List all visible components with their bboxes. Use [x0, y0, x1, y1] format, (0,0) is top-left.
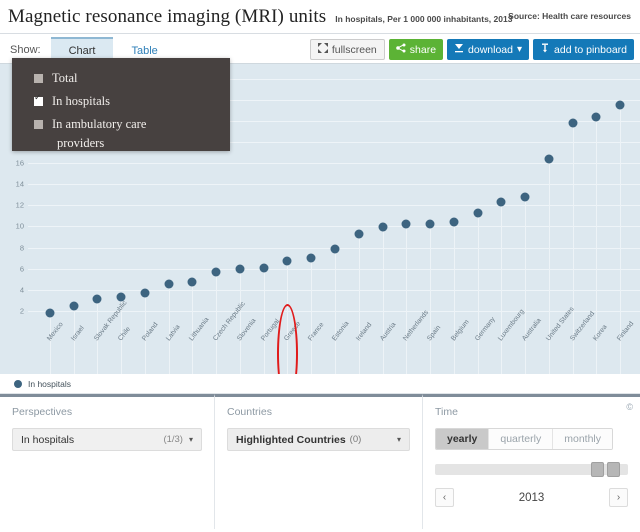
y-axis-tick: 2 — [19, 306, 24, 316]
dropdown-option-label: Total — [52, 71, 78, 85]
data-point[interactable] — [69, 301, 79, 311]
data-point[interactable] — [330, 244, 340, 254]
data-point[interactable] — [591, 112, 601, 122]
year-stepper: ‹ 2013 › — [435, 488, 628, 507]
perspectives-selected-value: In hospitals — [21, 433, 75, 446]
share-button[interactable]: share — [388, 39, 444, 60]
add-to-pinboard-button[interactable]: add to pinboard — [533, 39, 634, 60]
current-year-value: 2013 — [518, 491, 545, 504]
data-point[interactable] — [140, 288, 150, 298]
slider-handle-end[interactable] — [607, 462, 620, 477]
chevron-down-icon: ▾ — [516, 43, 523, 55]
data-point[interactable] — [211, 267, 221, 277]
prev-year-button[interactable]: ‹ — [435, 488, 454, 507]
data-point[interactable] — [568, 118, 578, 128]
y-axis-tick: 16 — [15, 158, 24, 168]
countries-count: (0) — [349, 434, 362, 445]
data-point[interactable] — [496, 197, 506, 207]
legend-color-swatch — [14, 379, 22, 388]
data-point[interactable] — [401, 219, 411, 229]
granularity-yearly[interactable]: yearly — [436, 429, 490, 449]
y-axis-tick: 10 — [15, 221, 24, 231]
fullscreen-button[interactable]: fullscreen — [309, 39, 385, 60]
y-axis-tick: 14 — [15, 179, 24, 189]
page-header: Magnetic resonance imaging (MRI) units I… — [0, 0, 640, 34]
perspectives-panel: Perspectives In hospitals (1/3) ▾ — [0, 394, 215, 529]
pinboard-label: add to pinboard — [554, 43, 627, 56]
countries-title: Countries — [227, 406, 272, 418]
page-subtitle: In hospitals, Per 1 000 000 inhabitants,… — [335, 14, 513, 24]
countries-selected-value: Highlighted Countries — [236, 433, 346, 446]
perspectives-count: (1/3) — [163, 434, 183, 445]
data-point[interactable] — [615, 100, 625, 110]
copyright-icon: © — [626, 402, 633, 412]
fullscreen-icon — [317, 43, 328, 56]
time-title: Time — [435, 406, 458, 418]
time-range-slider[interactable] — [435, 462, 628, 477]
share-icon — [395, 43, 406, 56]
countries-select[interactable]: Highlighted Countries (0) ▾ — [227, 428, 410, 451]
data-point[interactable] — [449, 217, 459, 227]
perspectives-title: Perspectives — [12, 406, 73, 418]
data-point[interactable] — [473, 208, 483, 218]
chevron-down-icon: ▾ — [396, 435, 401, 444]
chevron-down-icon: ▾ — [188, 435, 193, 444]
perspectives-select[interactable]: In hospitals (1/3) ▾ — [12, 428, 202, 451]
download-label: download — [468, 43, 513, 56]
data-point[interactable] — [187, 277, 197, 287]
y-axis-tick: 8 — [19, 243, 24, 253]
time-panel: © Time yearly quarterly monthly ‹ 2013 › — [423, 394, 640, 529]
data-point[interactable] — [282, 256, 292, 266]
data-point[interactable] — [164, 279, 174, 289]
dropdown-option-overflow: providers — [57, 136, 105, 150]
y-axis-tick: 4 — [19, 285, 24, 295]
fullscreen-label: fullscreen — [331, 43, 377, 56]
perspectives-dropdown-menu[interactable]: Total In hospitals In ambulatory care pr… — [12, 58, 230, 151]
data-point[interactable] — [354, 229, 364, 239]
toolbar-actions: fullscreen share download ▾ add to pinbo… — [309, 39, 634, 60]
granularity-monthly[interactable]: monthly — [553, 429, 612, 449]
data-point[interactable] — [520, 192, 530, 202]
dropdown-option-total[interactable]: Total — [12, 67, 230, 90]
data-point[interactable] — [259, 263, 269, 273]
share-label: share — [409, 43, 437, 56]
dropdown-option-in-ambulatory-care[interactable]: In ambulatory care — [12, 113, 230, 136]
checkbox-icon[interactable] — [34, 74, 43, 83]
data-point[interactable] — [378, 222, 388, 232]
next-year-button[interactable]: › — [609, 488, 628, 507]
checkbox-icon[interactable] — [34, 120, 43, 129]
data-point[interactable] — [425, 219, 435, 229]
checkbox-checked-icon[interactable] — [34, 93, 43, 106]
dropdown-option-label: In ambulatory care — [52, 117, 147, 131]
chart-legend: In hospitals — [0, 374, 640, 394]
data-point[interactable] — [92, 294, 102, 304]
y-axis-tick: 12 — [15, 200, 24, 210]
page-title: Magnetic resonance imaging (MRI) units — [8, 6, 327, 27]
source-label: Source: Health care resources — [508, 11, 631, 21]
granularity-quarterly[interactable]: quarterly — [489, 429, 554, 449]
y-axis-tick: 6 — [19, 264, 24, 274]
data-point[interactable] — [235, 264, 245, 274]
time-granularity-group: yearly quarterly monthly — [435, 428, 613, 450]
app-root: Magnetic resonance imaging (MRI) units I… — [0, 0, 640, 532]
control-panels: Perspectives In hospitals (1/3) ▾ Countr… — [0, 394, 640, 529]
countries-panel: Countries Highlighted Countries (0) ▾ — [215, 394, 423, 529]
pin-icon — [540, 43, 550, 56]
download-icon — [454, 43, 464, 56]
x-axis-labels: Mexico Israel Slovak Republic Chile Poland La… — [28, 300, 640, 374]
download-button[interactable]: download ▾ — [447, 39, 530, 60]
dropdown-option-label: In hospitals — [52, 94, 110, 108]
data-point[interactable] — [544, 154, 554, 164]
data-point[interactable] — [306, 253, 316, 263]
legend-item-label: In hospitals — [28, 378, 71, 389]
dropdown-option-in-hospitals[interactable]: In hospitals — [12, 90, 230, 113]
slider-handle-start[interactable] — [591, 462, 604, 477]
data-point[interactable] — [45, 308, 55, 318]
